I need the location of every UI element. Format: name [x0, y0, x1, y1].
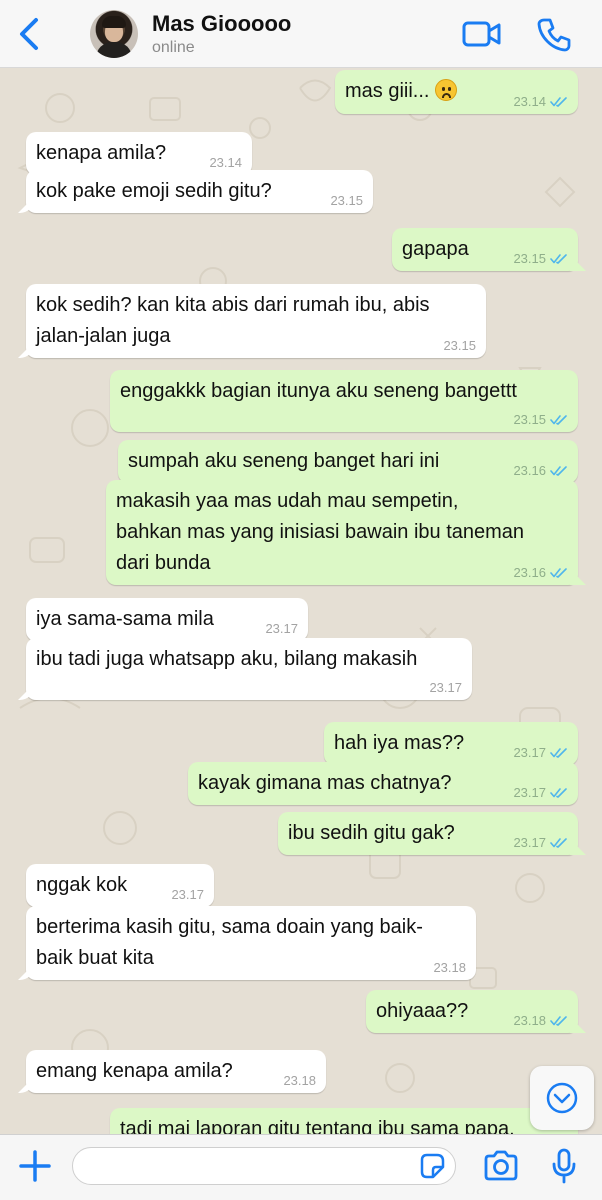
compose-bar [0, 1134, 602, 1200]
sad-face-emoji-icon [435, 79, 458, 101]
message-timestamp: 23.18 [283, 1073, 316, 1088]
chat-header: Mas Giooooo online [0, 0, 602, 68]
message-meta: 23.18 [513, 1013, 568, 1029]
chevron-left-icon [20, 18, 38, 50]
message-text: enggakkk bagian itunya aku seneng banget… [120, 380, 517, 402]
message-meta: 23.16 [513, 565, 568, 581]
message-meta: 23.18 [283, 1073, 316, 1089]
incoming-message[interactable]: kok sedih? kan kita abis dari rumah ibu,… [26, 284, 486, 358]
camera-icon [484, 1150, 518, 1181]
voice-call-button[interactable] [536, 16, 572, 52]
message-timestamp: 23.14 [513, 94, 546, 109]
outgoing-message[interactable]: enggakkk bagian itunya aku seneng banget… [110, 370, 578, 432]
message-meta: 23.14 [513, 94, 568, 110]
incoming-message[interactable]: berterima kasih gitu, sama doain yang ba… [26, 906, 476, 980]
message-timestamp: 23.16 [513, 463, 546, 478]
contact-name[interactable]: Mas Giooooo [152, 11, 291, 37]
incoming-message[interactable]: kenapa amila? 23.14 [26, 132, 252, 175]
read-receipt-icon [550, 838, 567, 848]
message-timestamp: 23.15 [443, 338, 476, 353]
message-timestamp: 23.17 [513, 785, 546, 800]
outgoing-message[interactable]: mas giii... 23.14 [335, 70, 578, 114]
message-timestamp: 23.18 [513, 1013, 546, 1028]
message-timestamp: 23.17 [513, 835, 546, 850]
read-receipt-icon [550, 97, 567, 107]
message-timestamp: 23.17 [265, 621, 298, 636]
contact-status: online [152, 39, 195, 56]
outgoing-message[interactable]: gapapa 23.15 [392, 228, 578, 271]
message-meta: 23.17 [265, 621, 298, 637]
read-receipt-icon [550, 254, 567, 264]
message-text: emang kenapa amila? [36, 1060, 233, 1082]
back-button[interactable] [12, 16, 46, 52]
sticker-button[interactable] [418, 1152, 446, 1180]
outgoing-message[interactable]: ibu sedih gitu gak? 23.17 [278, 812, 578, 855]
message-text: tadi mai laporan gitu tentang ibu sama p… [120, 1118, 515, 1134]
message-timestamp: 23.17 [513, 745, 546, 760]
sticker-icon [420, 1153, 445, 1179]
message-timestamp: 23.16 [513, 565, 546, 580]
outgoing-message[interactable]: kayak gimana mas chatnya? 23.17 [188, 762, 578, 805]
message-meta: 23.15 [443, 338, 476, 354]
incoming-message[interactable]: nggak kok 23.17 [26, 864, 214, 907]
message-text: ibu tadi juga whatsapp aku, bilang makas… [36, 648, 418, 670]
message-text: kok sedih? kan kita abis dari rumah ibu,… [36, 294, 430, 347]
message-input[interactable] [72, 1147, 456, 1185]
message-timestamp: 23.15 [513, 412, 546, 427]
chat-area[interactable]: mas giii... 23.14 kenapa amila? 23.14 kok p… [0, 68, 602, 1134]
outgoing-message[interactable]: hah iya mas?? 23.17 [324, 722, 578, 765]
message-text: iya sama-sama mila [36, 608, 214, 630]
message-timestamp: 23.17 [171, 887, 204, 902]
outgoing-message[interactable]: sumpah aku seneng banget hari ini 23.16 [118, 440, 578, 483]
attach-button[interactable] [18, 1149, 52, 1183]
read-receipt-icon [550, 415, 567, 425]
read-receipt-icon [550, 748, 567, 758]
message-meta: 23.15 [513, 412, 568, 428]
incoming-message[interactable]: emang kenapa amila? 23.18 [26, 1050, 326, 1093]
incoming-message[interactable]: ibu tadi juga whatsapp aku, bilang makas… [26, 638, 472, 700]
microphone-icon [552, 1148, 576, 1184]
message-meta: 23.17 [513, 785, 568, 801]
message-text: sumpah aku seneng banget hari ini [128, 450, 440, 472]
message-timestamp: 23.14 [209, 155, 242, 170]
message-timestamp: 23.15 [513, 251, 546, 266]
camera-button[interactable] [482, 1149, 520, 1183]
incoming-message[interactable]: iya sama-sama mila 23.17 [26, 598, 308, 641]
outgoing-message[interactable]: makasih yaa mas udah mau sempetin, bahka… [106, 480, 578, 585]
outgoing-message[interactable]: ohiyaaa?? 23.18 [366, 990, 578, 1033]
message-meta: 23.17 [513, 835, 568, 851]
message-text: makasih yaa mas udah mau sempetin, bahka… [116, 490, 525, 574]
message-timestamp: 23.15 [330, 193, 363, 208]
message-meta: 23.15 [330, 193, 363, 209]
avatar[interactable] [90, 10, 138, 58]
scroll-to-bottom-button[interactable] [530, 1066, 594, 1130]
message-text: berterima kasih gitu, sama doain yang ba… [36, 916, 423, 969]
message-text: kok pake emoji sedih gitu? [36, 180, 272, 202]
message-meta: 23.14 [209, 155, 242, 171]
chevron-down-circle-icon [546, 1082, 578, 1114]
read-receipt-icon [550, 568, 567, 578]
message-timestamp: 23.17 [429, 680, 462, 695]
outgoing-message[interactable]: tadi mai laporan gitu tentang ibu sama p… [110, 1108, 578, 1134]
message-meta: 23.17 [429, 680, 462, 696]
message-meta: 23.16 [513, 463, 568, 479]
message-timestamp: 23.18 [433, 960, 466, 975]
microphone-button[interactable] [550, 1147, 578, 1185]
read-receipt-icon [550, 788, 567, 798]
message-meta: 23.17 [171, 887, 204, 903]
phone-icon [537, 18, 571, 52]
video-call-icon [462, 21, 501, 47]
plus-icon [19, 1150, 51, 1182]
message-meta: 23.15 [513, 251, 568, 267]
message-meta: 23.18 [433, 960, 466, 976]
read-receipt-icon [550, 466, 567, 476]
incoming-message[interactable]: kok pake emoji sedih gitu? 23.15 [26, 170, 373, 213]
video-call-button[interactable] [462, 18, 502, 50]
message-meta: 23.17 [513, 745, 568, 761]
read-receipt-icon [550, 1016, 567, 1026]
